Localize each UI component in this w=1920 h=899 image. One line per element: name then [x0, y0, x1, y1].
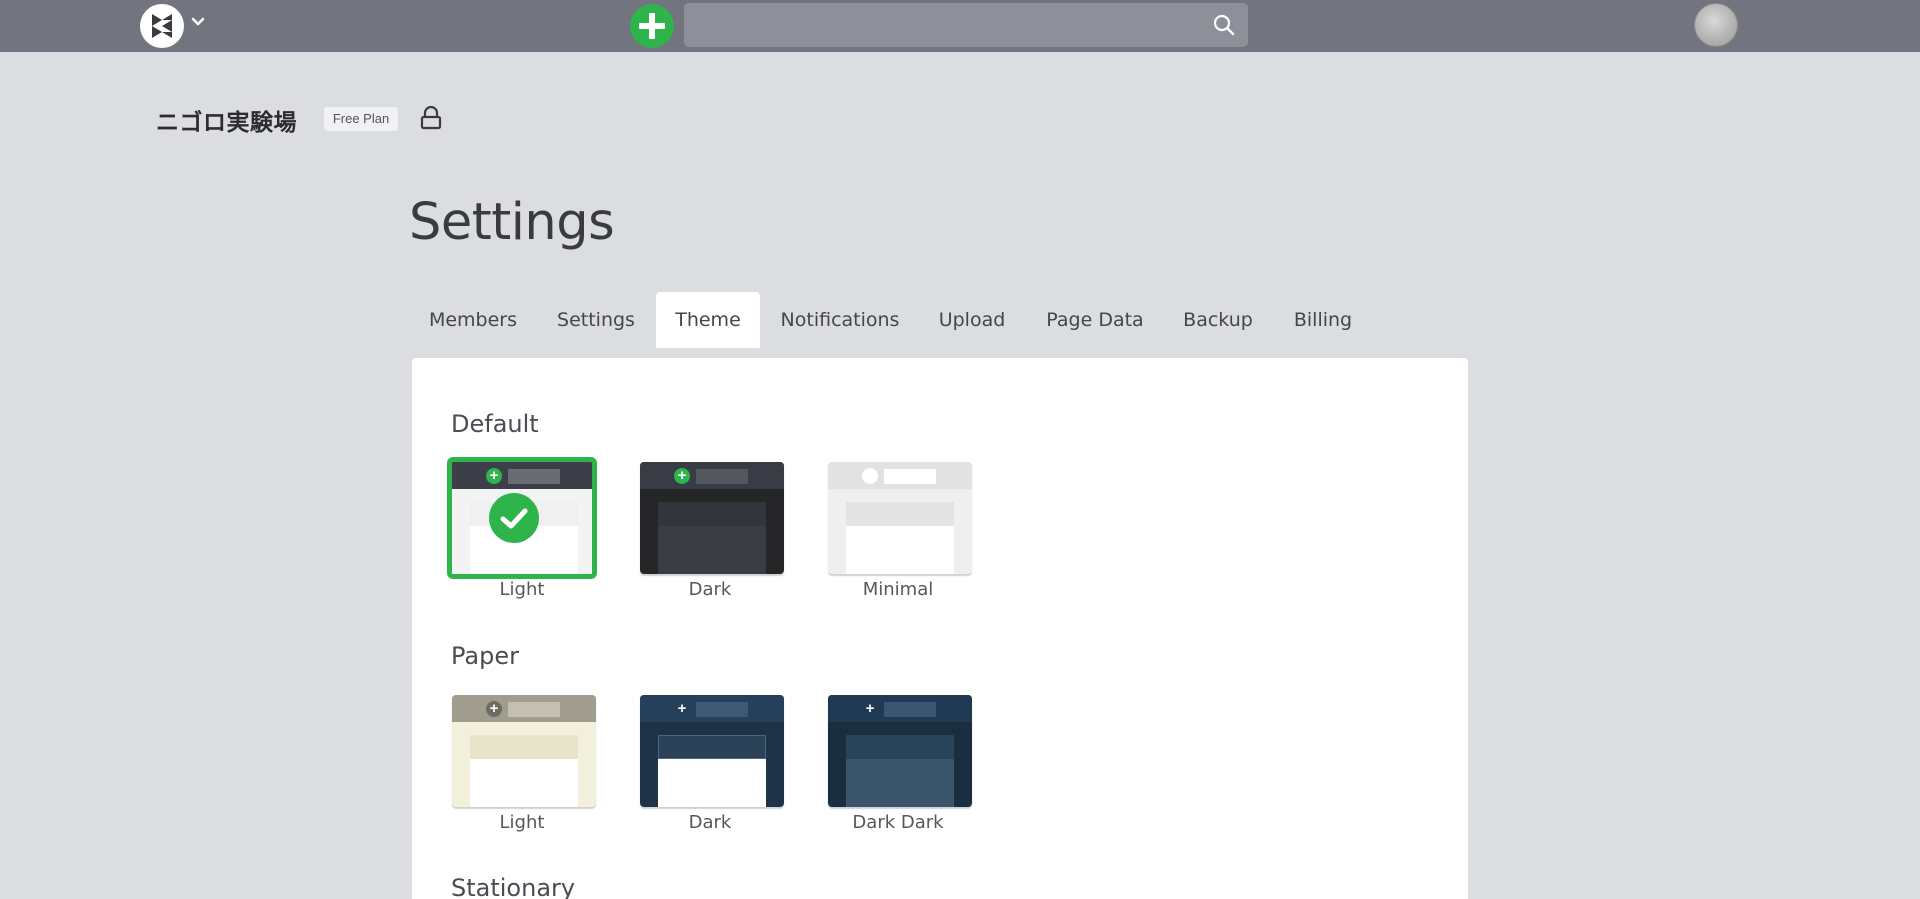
theme-label: Light: [499, 812, 545, 833]
page-title: Settings: [409, 193, 615, 252]
theme-default-minimal[interactable]: [828, 462, 972, 574]
theme-label: Light: [499, 579, 545, 600]
tab-page-data[interactable]: Page Data: [1038, 292, 1152, 348]
user-avatar[interactable]: [1694, 3, 1738, 47]
search-input[interactable]: [684, 3, 1248, 47]
tab-backup[interactable]: Backup: [1176, 292, 1260, 348]
theme-paper-dark[interactable]: +: [640, 695, 784, 807]
checkmark-icon: [489, 493, 539, 543]
theme-paper-dark-dark[interactable]: +: [828, 695, 972, 807]
app-logo-icon[interactable]: [140, 4, 184, 48]
section-title-paper: Paper: [451, 642, 519, 670]
search-icon[interactable]: [1212, 13, 1236, 37]
theme-default-light[interactable]: +: [447, 457, 597, 579]
section-title-default: Default: [451, 410, 539, 438]
theme-label: Dark: [688, 579, 732, 600]
tab-billing[interactable]: Billing: [1286, 292, 1360, 348]
theme-default-dark[interactable]: +: [640, 462, 784, 574]
theme-label: Minimal: [862, 579, 934, 600]
plus-icon: [639, 13, 665, 39]
section-title-stationary: Stationary: [451, 874, 576, 899]
project-name[interactable]: ニゴロ実験場: [156, 103, 297, 136]
tab-settings[interactable]: Settings: [540, 292, 652, 348]
theme-label: Dark Dark: [852, 812, 944, 833]
plan-badge[interactable]: Free Plan: [324, 107, 398, 131]
chevron-down-icon[interactable]: [190, 14, 206, 30]
theme-label: Dark: [688, 812, 732, 833]
tab-upload[interactable]: Upload: [922, 292, 1022, 348]
tab-theme[interactable]: Theme: [656, 292, 760, 348]
lock-icon[interactable]: [420, 106, 442, 130]
new-page-button[interactable]: [630, 4, 674, 48]
tab-notifications[interactable]: Notifications: [772, 292, 908, 348]
theme-paper-light[interactable]: +: [452, 695, 596, 807]
tab-members[interactable]: Members: [412, 292, 534, 348]
top-bar: [0, 0, 1920, 52]
